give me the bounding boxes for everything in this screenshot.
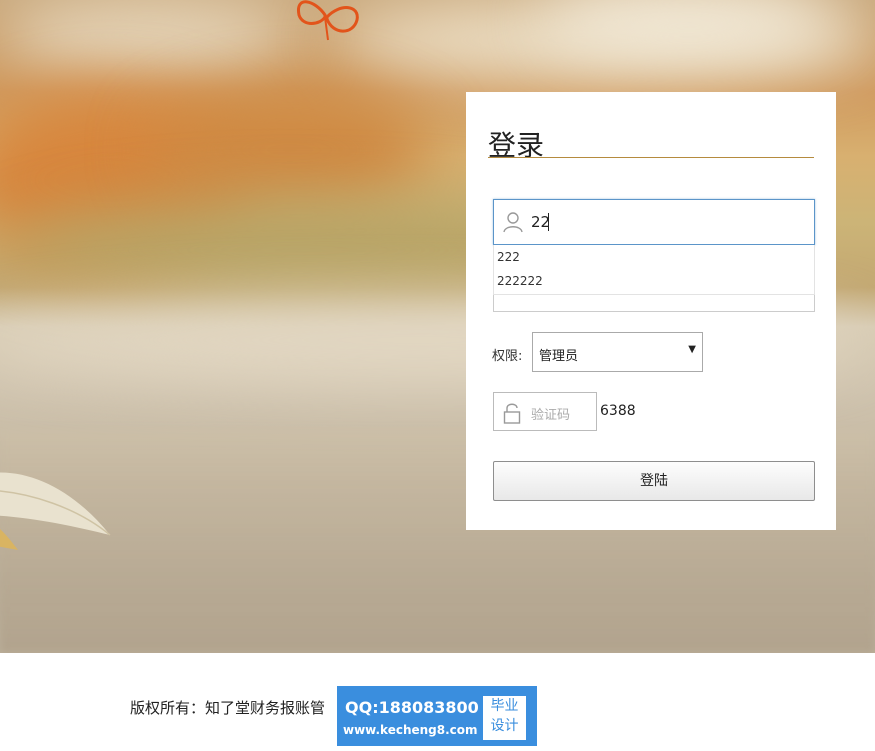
butterfly-decoration	[297, 0, 359, 41]
watermark-site: www.kecheng8.com	[343, 723, 478, 737]
autocomplete-option[interactable]: 222222	[494, 269, 814, 293]
chevron-down-icon: ▼	[688, 344, 696, 355]
lock-icon	[503, 403, 521, 424]
login-button[interactable]: 登陆	[493, 461, 815, 501]
captcha-input[interactable]: 验证码	[493, 392, 597, 431]
leaf-decoration	[0, 472, 111, 550]
login-title: 登录	[488, 129, 545, 162]
copyright-text: 版权所有：知了堂财务报账管	[130, 699, 326, 717]
watermark-banner: QQ:188083800 www.kecheng8.com 毕业 设计	[337, 686, 537, 746]
role-selected-value: 管理员	[539, 349, 579, 364]
role-select[interactable]: 管理员 ▼	[532, 332, 703, 372]
captcha-placeholder: 验证码	[531, 408, 571, 423]
watermark-qq: QQ:188083800	[345, 698, 479, 717]
autocomplete-option[interactable]: 222	[494, 245, 814, 269]
user-icon	[503, 212, 523, 233]
autocomplete-list: 222 222222	[493, 245, 815, 295]
watermark-badge: 毕业 设计	[483, 696, 526, 740]
badge-line: 毕业	[490, 698, 519, 714]
badge-line: 设计	[490, 718, 519, 734]
text-caret	[548, 213, 549, 231]
username-field[interactable]: 22	[493, 199, 815, 245]
role-label: 权限:	[492, 349, 523, 364]
captcha-code[interactable]: 6388	[600, 403, 636, 419]
login-card: 登录 22 222 222222 权限: 管理员 ▼ 验证码 6388 登陆	[466, 92, 836, 530]
title-divider	[488, 157, 814, 158]
